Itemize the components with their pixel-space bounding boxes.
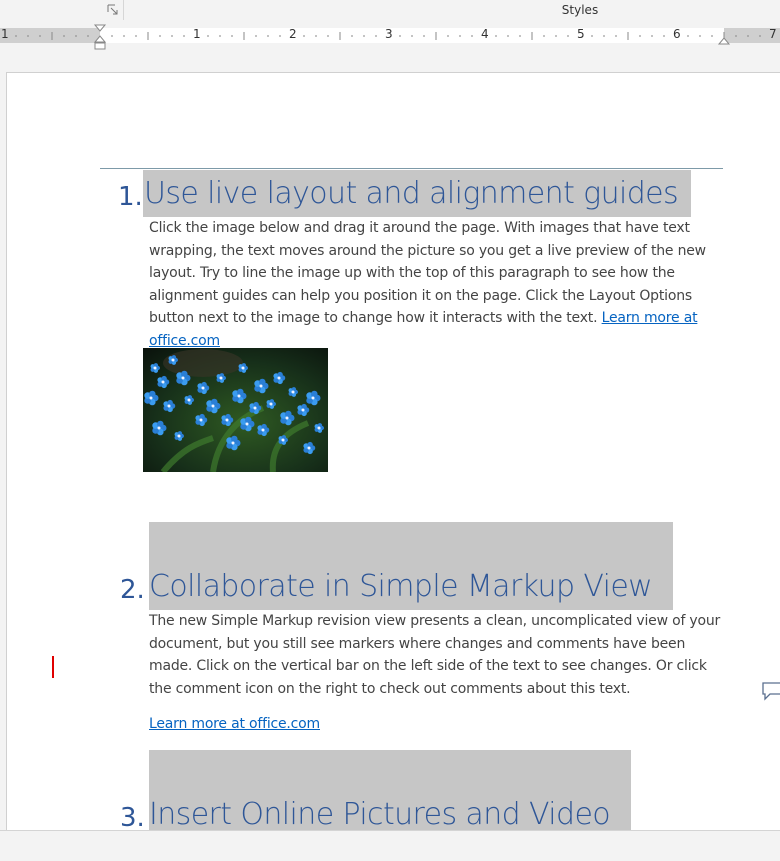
flower-photo[interactable]	[143, 348, 328, 472]
heading-3[interactable]: Insert Online Pictures and Video	[149, 795, 611, 835]
ruler-number: 1	[1, 27, 9, 41]
comment-bubble-icon[interactable]	[761, 681, 780, 701]
paragraph-2-link: Learn more at office.com	[149, 713, 729, 736]
heading-2[interactable]: Collaborate in Simple Markup View	[149, 567, 653, 607]
ruler-number: 7	[769, 27, 777, 41]
ribbon-separator	[123, 0, 124, 20]
ruler-number: 3	[385, 27, 393, 41]
heading-number: 1.	[118, 182, 143, 212]
ruler-number: 6	[673, 27, 681, 41]
paragraph-2-text: The new Simple Markup revision view pres…	[149, 613, 721, 697]
revision-bar-icon[interactable]	[52, 656, 54, 678]
right-indent-marker-icon[interactable]	[717, 37, 731, 45]
indent-marker-icon[interactable]	[93, 24, 107, 50]
heading-rule	[100, 168, 723, 169]
ruler-number: 5	[577, 27, 585, 41]
heading-number: 2.	[120, 575, 145, 605]
styles-group-label: Styles	[561, 3, 599, 17]
dialog-launcher-icon[interactable]	[107, 4, 119, 16]
ruler-number: 1	[193, 27, 201, 41]
ruler-number: 2	[289, 27, 297, 41]
ruler-number: 4	[481, 27, 489, 41]
heading-1[interactable]: Use live layout and alignment guides	[144, 174, 679, 214]
status-bar	[0, 830, 780, 861]
paragraph-1[interactable]: Click the image below and drag it around…	[149, 217, 729, 352]
learn-more-link[interactable]: Learn more at office.com	[149, 716, 320, 732]
paragraph-2[interactable]: The new Simple Markup revision view pres…	[149, 610, 729, 700]
horizontal-ruler[interactable]: 1 1 2 3 4 5 6 7	[0, 22, 780, 58]
ribbon-styles-group: Styles	[0, 0, 780, 23]
